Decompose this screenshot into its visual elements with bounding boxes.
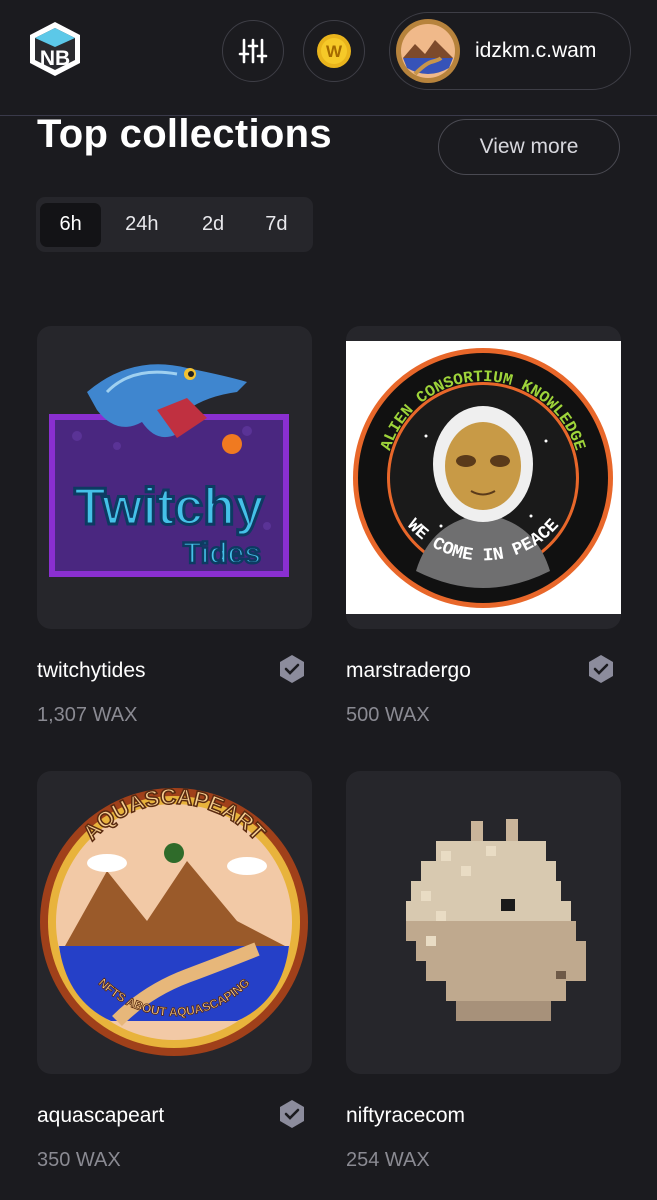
collection-image-aquascapeart: AQUASCAPEART NFTS ABOUT AQUASCAPING — [40, 783, 308, 1056]
collection-image-marstradergo: ALIEN CONSORTIUM KNOWLEDGE WE COME IN PE… — [346, 341, 621, 614]
view-more-button[interactable]: View more — [438, 119, 620, 175]
sliders-icon — [238, 38, 268, 64]
tab-6h[interactable]: 6h — [40, 202, 102, 247]
collection-name[interactable]: marstradergo — [346, 659, 471, 683]
collection-card-twitchytides[interactable]: Twitchy Tides — [37, 326, 312, 629]
neftyblocks-logo[interactable]: NB — [26, 20, 84, 78]
verified-badge-icon — [280, 655, 304, 683]
wax-wallet-button[interactable]: W — [303, 20, 365, 82]
collection-image-niftyracecom — [406, 819, 586, 1021]
collection-name[interactable]: twitchytides — [37, 659, 146, 683]
collection-card-niftyracecom[interactable] — [346, 771, 621, 1074]
tab-7d[interactable]: 7d — [244, 203, 309, 247]
svg-text:Tides: Tides — [183, 537, 261, 570]
svg-text:Twitchy: Twitchy — [74, 478, 264, 536]
verified-badge-icon — [280, 1100, 304, 1128]
time-range-tabs: 6h 24h 2d 7d — [36, 197, 313, 252]
section-title: Top collections — [37, 112, 332, 156]
collection-volume: 254 WAX — [346, 1149, 430, 1171]
tab-24h[interactable]: 24h — [101, 203, 182, 247]
svg-text:NB: NB — [40, 47, 70, 70]
collection-name[interactable]: aquascapeart — [37, 1104, 164, 1128]
verified-badge-icon — [589, 655, 613, 683]
top-bar: NB W idzkm.c.wam — [0, 0, 657, 116]
collection-volume: 350 WAX — [37, 1149, 121, 1171]
collection-card-aquascapeart[interactable]: AQUASCAPEART NFTS ABOUT AQUASCAPING — [37, 771, 312, 1074]
avatar — [395, 18, 461, 84]
settings-filters-button[interactable] — [222, 20, 284, 82]
collection-card-marstradergo[interactable]: ALIEN CONSORTIUM KNOWLEDGE WE COME IN PE… — [346, 326, 621, 629]
wax-coin-icon: W — [317, 34, 351, 68]
account-menu[interactable]: idzkm.c.wam — [389, 12, 631, 90]
account-name: idzkm.c.wam — [475, 39, 597, 62]
collection-image-twitchytides: Twitchy Tides — [49, 364, 289, 577]
collection-name[interactable]: niftyracecom — [346, 1104, 465, 1128]
collection-volume: 500 WAX — [346, 704, 430, 726]
collection-volume: 1,307 WAX — [37, 704, 138, 726]
tab-2d[interactable]: 2d — [182, 203, 243, 247]
svg-text:W: W — [326, 42, 343, 61]
